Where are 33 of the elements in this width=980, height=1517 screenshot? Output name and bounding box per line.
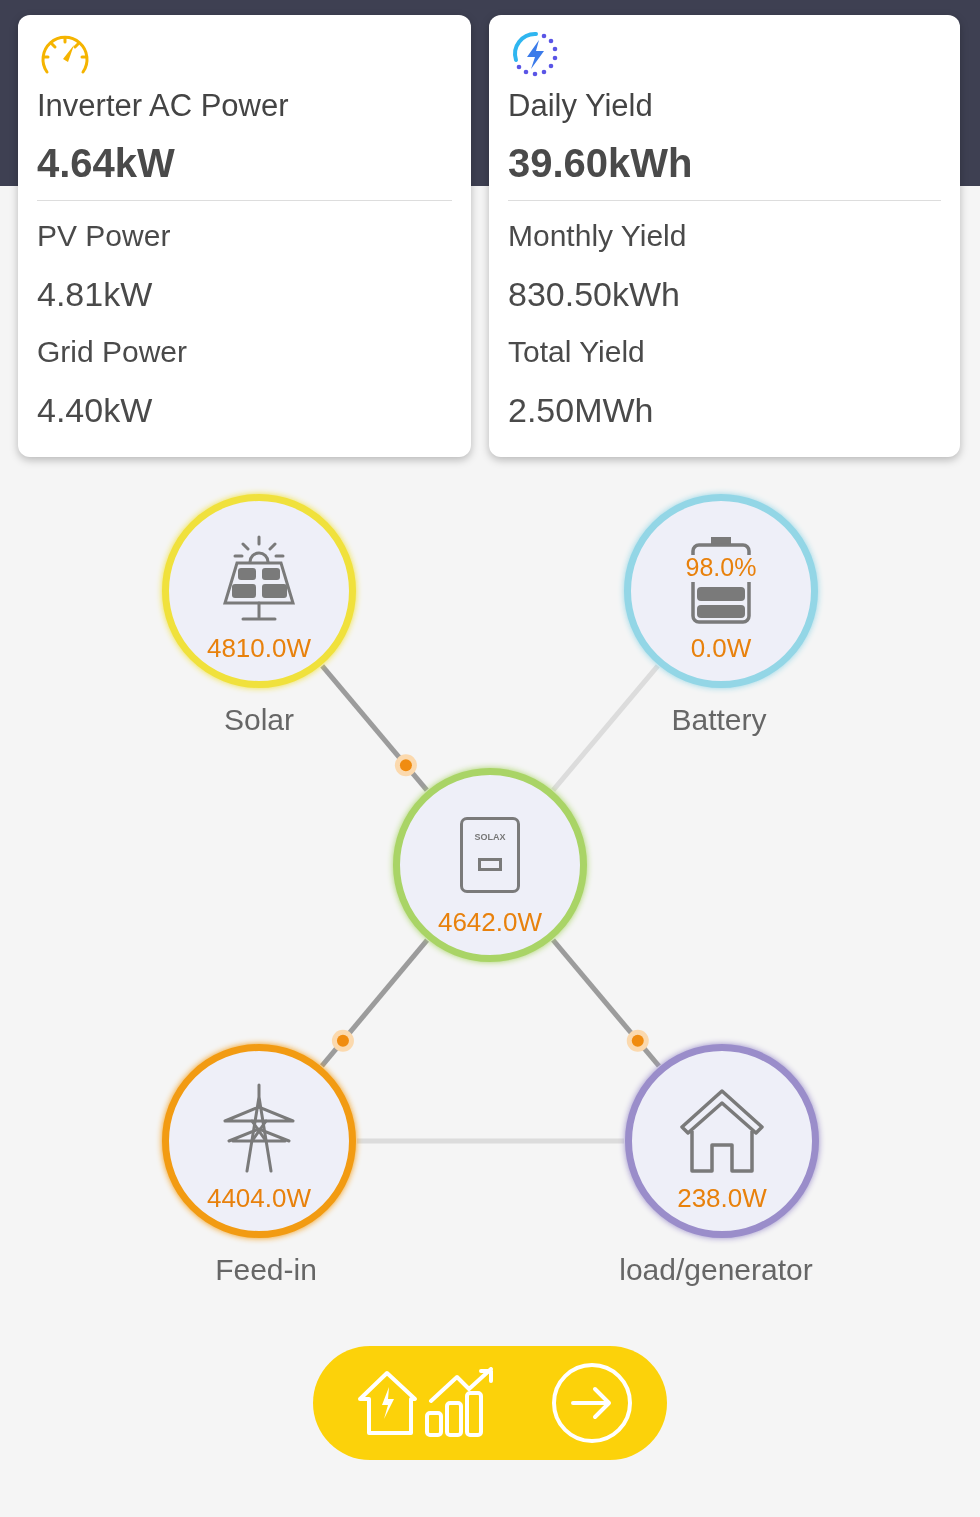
power-reading: 4642.0W — [437, 907, 543, 937]
card-title: Daily Yield — [508, 87, 653, 125]
metric-value: 2.50MWh — [508, 390, 654, 431]
metric-label: PV Power — [37, 218, 171, 254]
house-chart-icon — [357, 1367, 495, 1439]
metric-value: 830.50kWh — [508, 274, 680, 315]
metric-label: Monthly Yield — [508, 218, 687, 254]
node-circle[interactable]: 4404.0W — [162, 1044, 356, 1238]
node-circle[interactable]: SOLAX 4642.0W — [393, 768, 587, 962]
metric-value: 4.81kW — [37, 274, 153, 315]
node-label: Feed-in — [214, 1252, 318, 1288]
power-reading: 4810.0W — [206, 633, 312, 663]
metric-value: 4.40kW — [37, 390, 153, 431]
battery-percent: 98.0% — [684, 553, 758, 582]
node-label: Battery — [670, 702, 768, 738]
node-label: Solar — [222, 702, 295, 738]
node-circle[interactable]: 238.0W — [625, 1044, 819, 1238]
card-value: 4.64kW — [37, 140, 175, 187]
arrow-right-icon — [551, 1362, 633, 1444]
flow-dot — [394, 754, 417, 777]
power-reading: 0.0W — [690, 633, 752, 663]
metric-label: Total Yield — [508, 334, 645, 370]
node-circle[interactable]: 98.0% 0.0W — [624, 494, 818, 688]
power-reading: 4404.0W — [206, 1183, 312, 1213]
power-reading: 238.0W — [677, 1183, 767, 1213]
card-value: 39.60kWh — [508, 140, 693, 187]
node-label: load/generator — [618, 1252, 814, 1288]
inverter-icon: SOLAX — [460, 817, 520, 893]
metric-label: Grid Power — [37, 334, 188, 370]
flow-dot — [331, 1029, 354, 1052]
node-circle[interactable]: 4810.0W — [162, 494, 356, 688]
flow-dot — [626, 1029, 649, 1052]
card-title: Inverter AC Power — [37, 87, 289, 125]
